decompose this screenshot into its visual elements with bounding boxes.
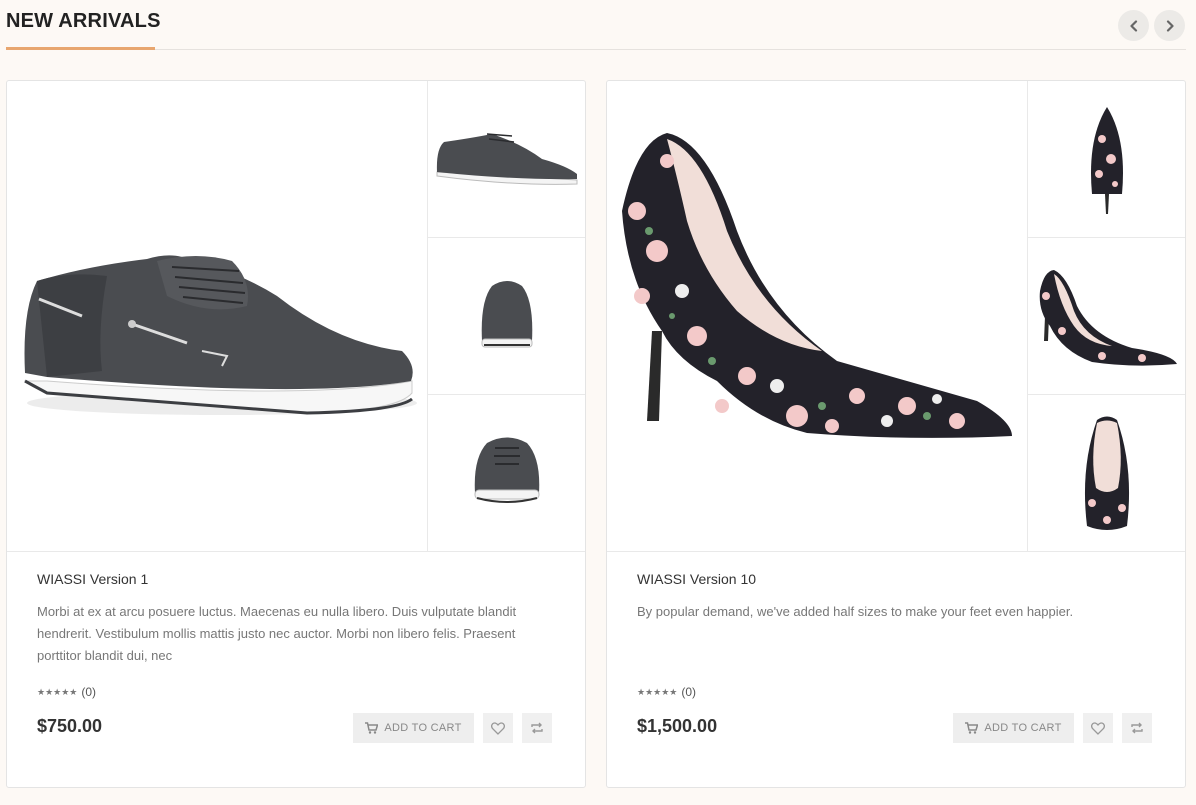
floral-pump-back-thumbnail: [1090, 107, 1123, 214]
thumbnail-list: [428, 81, 585, 552]
floral-pump-image: [622, 133, 1012, 438]
chevron-right-icon: [1166, 19, 1174, 32]
boat-shoe-side-thumbnail: [436, 133, 577, 185]
product-actions: ADD TO CART: [353, 713, 552, 743]
carousel-next-button[interactable]: [1154, 10, 1185, 41]
product-rating: ★★★★★ (0): [637, 685, 696, 699]
cart-icon: [365, 722, 379, 734]
thumbnail[interactable]: [428, 238, 585, 395]
add-to-cart-button[interactable]: ADD TO CART: [353, 713, 474, 743]
thumbnail[interactable]: [1028, 395, 1185, 552]
floral-pump-front-thumbnail: [1084, 416, 1129, 530]
product-info: WIASSI Version 1 Morbi at ex at arcu pos…: [37, 571, 557, 743]
product-price: $750.00: [37, 716, 103, 736]
thumbnail[interactable]: [428, 81, 585, 238]
floral-pump-side-thumbnail: [1039, 270, 1177, 366]
product-card[interactable]: WIASSI Version 1 Morbi at ex at arcu pos…: [6, 80, 586, 788]
product-info: WIASSI Version 10 By popular demand, we'…: [637, 571, 1157, 743]
thumbnail[interactable]: [1028, 238, 1185, 395]
star-icon: ★★★★★: [637, 686, 678, 697]
product-name[interactable]: WIASSI Version 10: [637, 571, 1157, 587]
add-to-cart-label: ADD TO CART: [984, 722, 1062, 734]
product-card[interactable]: WIASSI Version 10 By popular demand, we'…: [606, 80, 1186, 788]
star-icon: ★★★★★: [37, 686, 78, 697]
heart-icon: [491, 721, 505, 735]
boat-shoe-back-thumbnail: [481, 281, 532, 348]
thumbnail-list: [1028, 81, 1185, 552]
product-main-image[interactable]: [607, 81, 1028, 552]
chevron-left-icon: [1129, 19, 1137, 32]
title-underline: [6, 47, 155, 50]
compare-button[interactable]: [522, 713, 552, 743]
section-title: NEW ARRIVALS: [6, 10, 161, 32]
compare-button[interactable]: [1122, 713, 1152, 743]
compare-icon: [1131, 722, 1143, 734]
boat-shoe-front-thumbnail: [474, 437, 539, 503]
thumbnail[interactable]: [428, 395, 585, 552]
rating-count: (0): [81, 685, 97, 699]
wishlist-button[interactable]: [483, 713, 513, 743]
heart-icon: [1091, 721, 1105, 735]
rating-count: (0): [681, 685, 697, 699]
compare-icon: [531, 722, 543, 734]
carousel-prev-button[interactable]: [1118, 10, 1149, 41]
product-main-image[interactable]: [7, 81, 428, 552]
product-description: Morbi at ex at arcu posuere luctus. Maec…: [37, 604, 517, 663]
product-rating: ★★★★★ (0): [37, 685, 96, 699]
cart-icon: [965, 722, 979, 734]
section-header: NEW ARRIVALS: [6, 0, 1186, 50]
product-actions: ADD TO CART: [953, 713, 1152, 743]
add-to-cart-button[interactable]: ADD TO CART: [953, 713, 1074, 743]
wishlist-button[interactable]: [1083, 713, 1113, 743]
product-price: $1,500.00: [637, 716, 718, 736]
boat-shoe-image: [23, 255, 417, 415]
product-name[interactable]: WIASSI Version 1: [37, 571, 557, 587]
add-to-cart-label: ADD TO CART: [384, 722, 462, 734]
thumbnail[interactable]: [1028, 81, 1185, 238]
product-description: By popular demand, we've added half size…: [637, 604, 1074, 619]
